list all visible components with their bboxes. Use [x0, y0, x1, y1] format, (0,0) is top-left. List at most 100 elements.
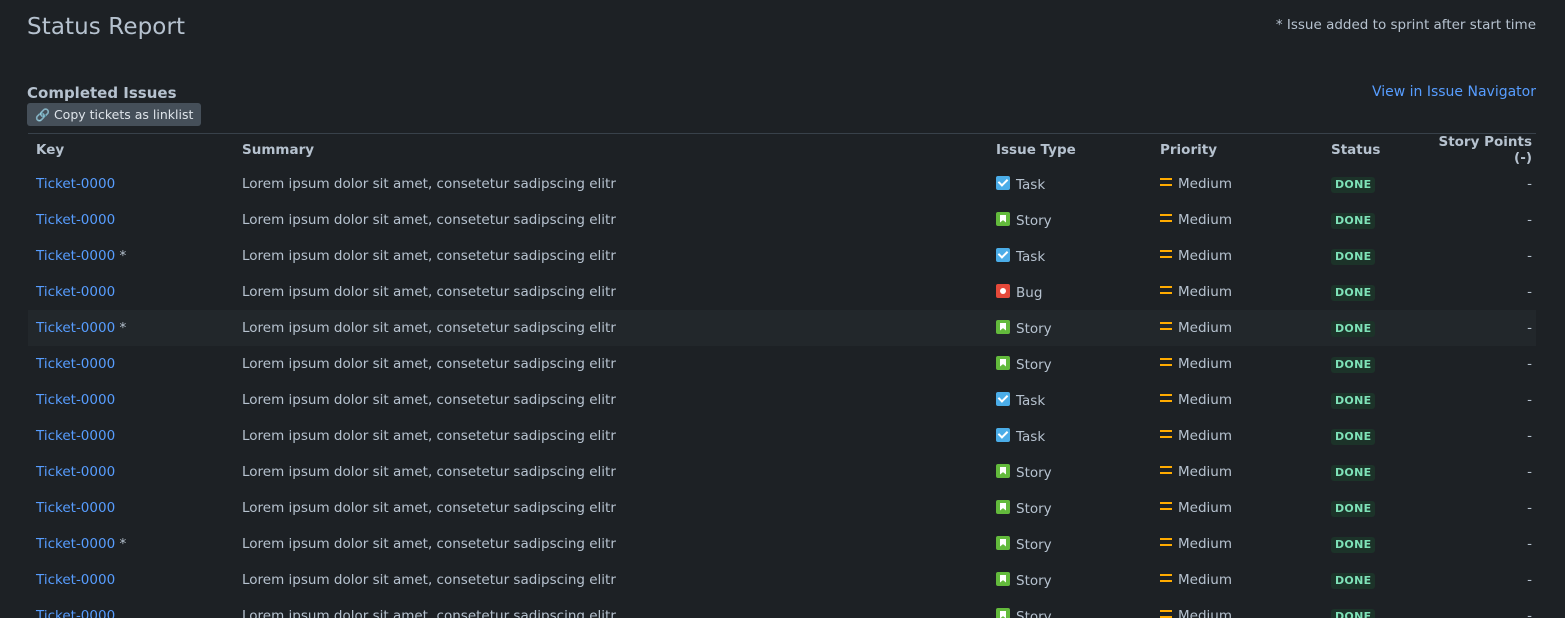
- story-type-icon: [996, 499, 1010, 514]
- column-header-priority[interactable]: Priority: [1160, 134, 1331, 166]
- ticket-key-link[interactable]: Ticket-0000: [36, 176, 115, 192]
- status-report-page: Status Report * Issue added to sprint af…: [0, 0, 1565, 618]
- status-badge: DONE: [1331, 320, 1376, 337]
- issue-type-label: Story: [1016, 464, 1052, 481]
- summary-cell: Lorem ipsum dolor sit amet, consetetur s…: [242, 608, 616, 618]
- story-points-cell: -: [1527, 608, 1532, 618]
- column-header-summary[interactable]: Summary: [242, 134, 996, 166]
- ticket-key-link[interactable]: Ticket-0000: [36, 500, 115, 516]
- view-in-issue-navigator-link[interactable]: View in Issue Navigator: [1372, 84, 1536, 100]
- table-row[interactable]: Ticket-0000 Lorem ipsum dolor sit amet, c…: [28, 562, 1536, 598]
- story-points-cell: -: [1527, 572, 1532, 588]
- table-row[interactable]: Ticket-0000 * Lorem ipsum dolor sit amet,…: [28, 526, 1536, 562]
- issue-type-label: Story: [1016, 608, 1052, 618]
- priority-cell: Medium: [1160, 382, 1331, 418]
- story-points-cell: -: [1527, 392, 1532, 408]
- column-header-status[interactable]: Status: [1331, 134, 1426, 166]
- priority-medium-icon: [1160, 574, 1172, 582]
- priority-label: Medium: [1178, 572, 1232, 588]
- story-points-cell: -: [1527, 212, 1532, 228]
- summary-cell: Lorem ipsum dolor sit amet, consetetur s…: [242, 428, 616, 444]
- story-type-icon: [996, 571, 1010, 586]
- priority-cell: Medium: [1160, 166, 1331, 202]
- ticket-key-link[interactable]: Ticket-0000: [36, 212, 115, 228]
- copy-linklist-button[interactable]: 🔗 Copy tickets as linklist: [27, 103, 202, 126]
- key-cell: Ticket-0000: [28, 562, 242, 598]
- table-row[interactable]: Ticket-0000 * Lorem ipsum dolor sit amet,…: [28, 238, 1536, 274]
- summary-cell: Lorem ipsum dolor sit amet, consetetur s…: [242, 500, 616, 516]
- issue-type-label: Task: [1016, 428, 1046, 445]
- story-type-icon: [996, 355, 1010, 370]
- priority-medium-icon: [1160, 178, 1172, 186]
- issue-type-label: Bug: [1016, 284, 1043, 301]
- priority-cell: Medium: [1160, 598, 1331, 618]
- table-row[interactable]: Ticket-0000 * Lorem ipsum dolor sit amet,…: [28, 310, 1536, 346]
- story-points-cell: -: [1426, 310, 1536, 346]
- status-cell: DONE: [1331, 202, 1426, 238]
- table-row[interactable]: Ticket-0000 Lorem ipsum dolor sit amet, c…: [28, 346, 1536, 382]
- added-after-start-marker: *: [115, 248, 127, 264]
- summary-cell: Lorem ipsum dolor sit amet, consetetur s…: [242, 310, 996, 346]
- ticket-key-link[interactable]: Ticket-0000: [36, 572, 115, 588]
- table-row[interactable]: Ticket-0000 Lorem ipsum dolor sit amet, c…: [28, 598, 1536, 618]
- priority-cell: Medium: [1160, 238, 1331, 274]
- priority-cell: Medium: [1160, 202, 1331, 238]
- key-cell: Ticket-0000 *: [28, 238, 242, 274]
- priority-cell: Medium: [1160, 310, 1331, 346]
- column-header-story-points[interactable]: Story Points (-): [1426, 134, 1536, 166]
- priority-cell: Medium: [1160, 274, 1331, 310]
- priority-label: Medium: [1178, 320, 1232, 336]
- story-points-cell: -: [1527, 176, 1532, 192]
- priority-label: Medium: [1178, 176, 1232, 192]
- issue-type-label: Story: [1016, 212, 1052, 229]
- story-points-cell: -: [1527, 464, 1532, 480]
- status-cell: DONE: [1331, 166, 1426, 202]
- issue-type-label: Story: [1016, 500, 1052, 517]
- key-cell: Ticket-0000: [28, 490, 242, 526]
- column-header-issue-type[interactable]: Issue Type: [996, 134, 1160, 166]
- summary-cell: Lorem ipsum dolor sit amet, consetetur s…: [242, 284, 616, 300]
- ticket-key-link[interactable]: Ticket-0000: [36, 356, 115, 372]
- table-row[interactable]: Ticket-0000 Lorem ipsum dolor sit amet, c…: [28, 490, 1536, 526]
- issue-type-cell: Task: [996, 382, 1160, 418]
- status-badge: DONE: [1331, 428, 1376, 445]
- table-row[interactable]: Ticket-0000 Lorem ipsum dolor sit amet, c…: [28, 418, 1536, 454]
- issue-type-label: Story: [1016, 356, 1052, 373]
- ticket-key-link[interactable]: Ticket-0000: [36, 464, 115, 480]
- issue-type-label: Story: [1016, 572, 1052, 589]
- status-badge: DONE: [1331, 500, 1376, 517]
- key-cell: Ticket-0000: [28, 382, 242, 418]
- issue-type-cell: Task: [996, 238, 1160, 274]
- table-row[interactable]: Ticket-0000 Lorem ipsum dolor sit amet, c…: [28, 166, 1536, 202]
- table-row[interactable]: Ticket-0000 Lorem ipsum dolor sit amet, c…: [28, 202, 1536, 238]
- table-row[interactable]: Ticket-0000 Lorem ipsum dolor sit amet, c…: [28, 382, 1536, 418]
- key-cell: Ticket-0000: [28, 346, 242, 382]
- ticket-key-link[interactable]: Ticket-0000: [36, 248, 115, 264]
- table-row[interactable]: Ticket-0000 Lorem ipsum dolor sit amet, c…: [28, 454, 1536, 490]
- ticket-key-link[interactable]: Ticket-0000: [36, 428, 115, 444]
- status-cell: DONE: [1331, 598, 1426, 618]
- summary-cell: Lorem ipsum dolor sit amet, consetetur s…: [242, 212, 616, 228]
- story-type-icon: [996, 463, 1010, 478]
- issue-type-label: Task: [1016, 392, 1046, 409]
- ticket-key-link[interactable]: Ticket-0000: [36, 536, 115, 552]
- story-points-cell: -: [1527, 356, 1532, 372]
- ticket-key-link[interactable]: Ticket-0000: [36, 608, 115, 618]
- table-row[interactable]: Ticket-0000 Lorem ipsum dolor sit amet, c…: [28, 274, 1536, 310]
- ticket-key-link[interactable]: Ticket-0000: [36, 392, 115, 408]
- ticket-key-link[interactable]: Ticket-0000: [36, 284, 115, 300]
- issue-type-cell: Task: [996, 418, 1160, 454]
- status-badge: DONE: [1331, 356, 1376, 373]
- priority-medium-icon: [1160, 538, 1172, 546]
- priority-label: Medium: [1178, 608, 1232, 618]
- key-cell: Ticket-0000: [28, 166, 242, 202]
- priority-medium-icon: [1160, 322, 1172, 330]
- issue-type-cell: Story: [996, 598, 1160, 618]
- task-type-icon: [996, 175, 1010, 190]
- ticket-key-link[interactable]: Ticket-0000: [36, 320, 115, 336]
- column-header-key[interactable]: Key: [28, 134, 242, 166]
- key-cell: Ticket-0000 *: [28, 526, 242, 562]
- story-points-cell: -: [1527, 248, 1532, 264]
- task-type-icon: [996, 391, 1010, 406]
- status-cell: DONE: [1331, 562, 1426, 598]
